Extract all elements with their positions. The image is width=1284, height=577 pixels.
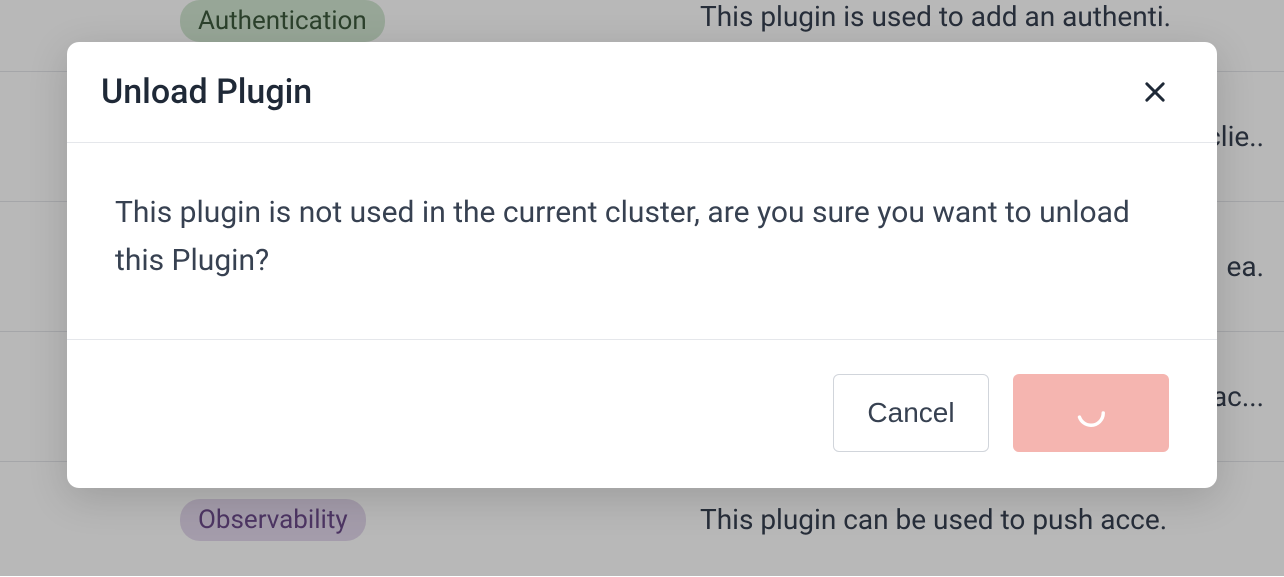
confirm-button[interactable]: [1013, 374, 1169, 452]
loading-spinner-icon: [1074, 396, 1108, 430]
cancel-button[interactable]: Cancel: [833, 374, 989, 452]
modal-title: Unload Plugin: [101, 72, 312, 112]
modal-header: Unload Plugin: [67, 42, 1217, 143]
unload-plugin-modal: Unload Plugin This plugin is not used in…: [67, 42, 1217, 488]
close-icon: [1141, 78, 1169, 106]
modal-footer: Cancel: [67, 340, 1217, 488]
close-button[interactable]: [1137, 74, 1173, 110]
modal-overlay[interactable]: Unload Plugin This plugin is not used in…: [0, 0, 1284, 576]
modal-body-text: This plugin is not used in the current c…: [67, 143, 1217, 340]
